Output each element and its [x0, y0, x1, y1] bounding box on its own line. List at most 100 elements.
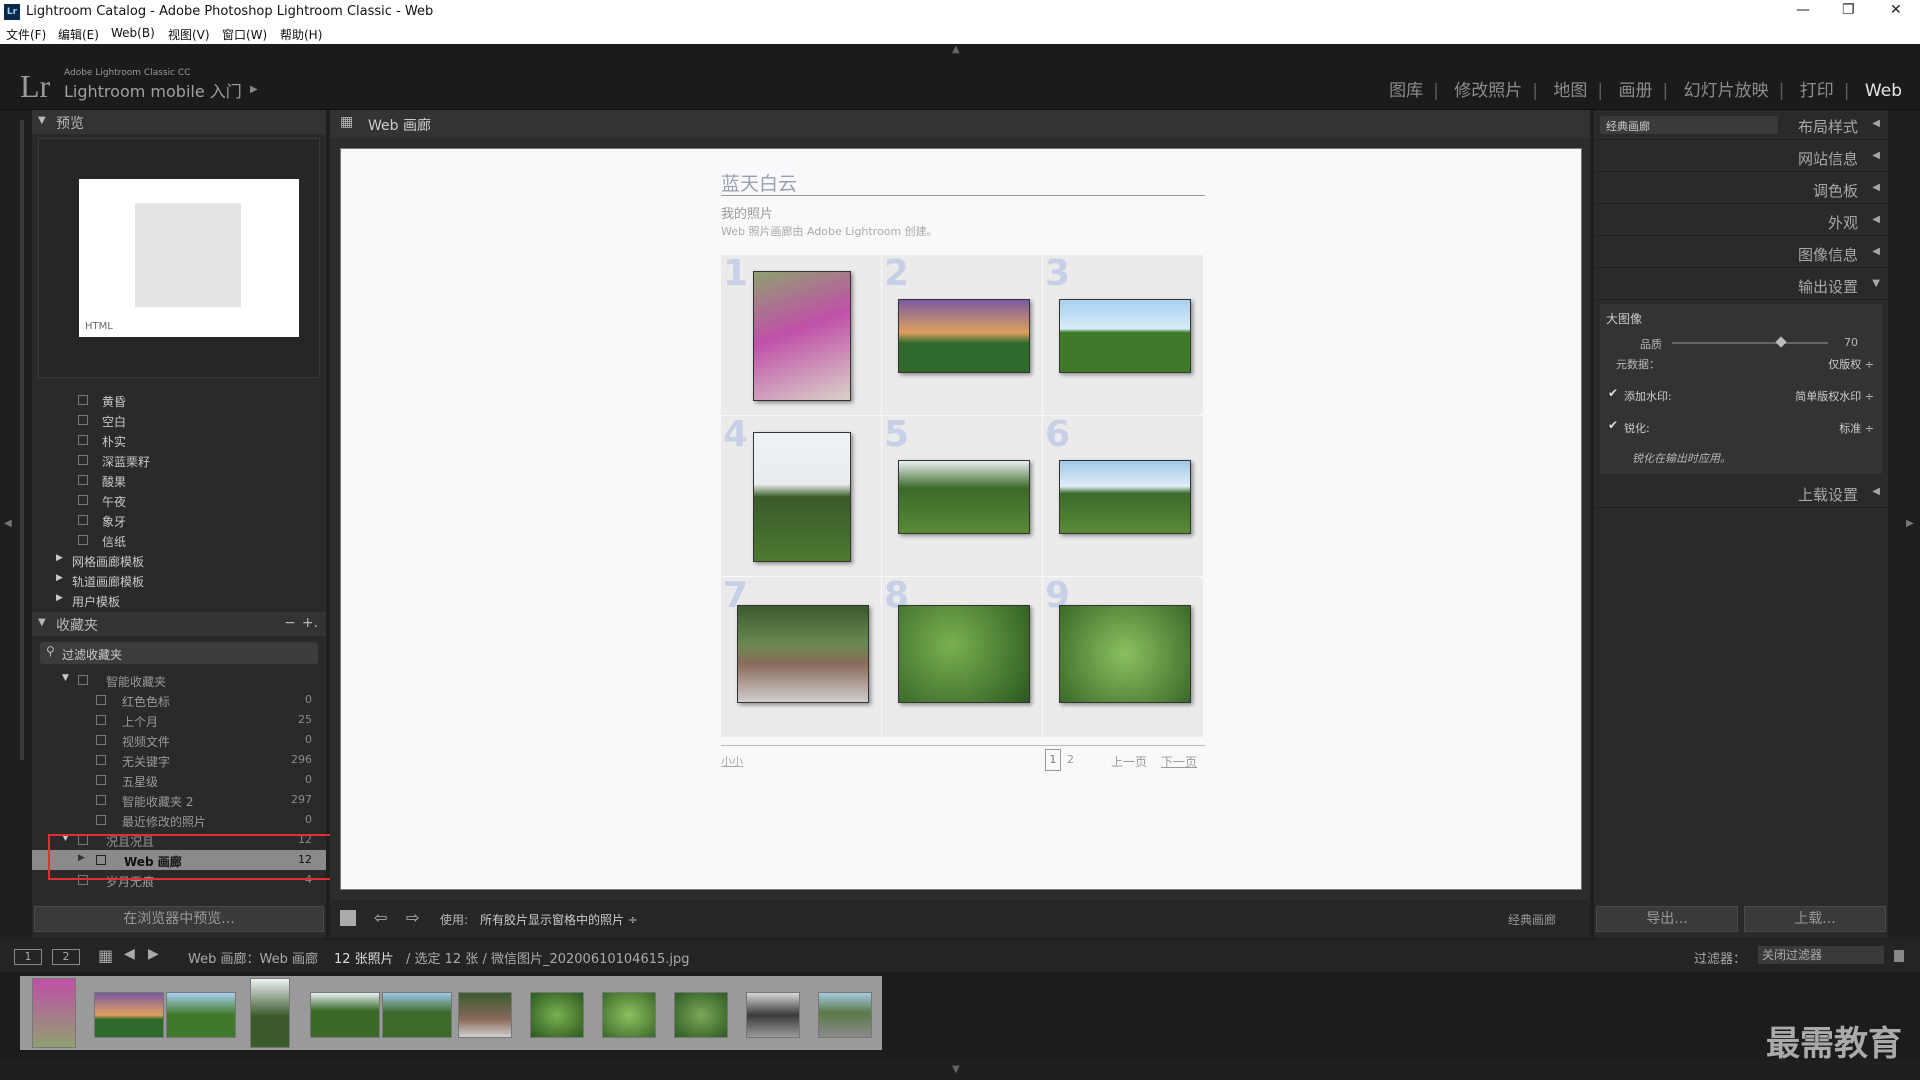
template-item[interactable]: 象牙 — [32, 510, 326, 530]
primary-window-button[interactable]: 1 — [14, 949, 42, 965]
filmstrip-thumbnail[interactable] — [818, 992, 872, 1038]
filter-lock-icon[interactable] — [1894, 950, 1904, 962]
template-group[interactable]: ▶ 用户模板 — [32, 590, 326, 610]
metadata-dropdown[interactable]: 仅版权 ÷ — [1828, 356, 1874, 372]
module-print[interactable]: 打印 — [1800, 81, 1834, 101]
filmstrip-thumbnail[interactable] — [674, 992, 728, 1038]
template-group[interactable]: ▶ 轨道画廊模板 — [32, 570, 326, 590]
template-item[interactable]: 信纸 — [32, 530, 326, 550]
filmstrip-thumbnail[interactable] — [166, 992, 236, 1038]
template-group[interactable]: ▶ 网格画廊模板 — [32, 550, 326, 570]
collapse-top-icon[interactable]: ▲ — [952, 44, 960, 55]
export-button[interactable]: 导出... — [1596, 906, 1738, 932]
slider-knob[interactable] — [1775, 336, 1787, 348]
previous-page-link[interactable]: 上一页 — [1111, 753, 1147, 770]
collapse-left-icon[interactable]: ◀ — [4, 518, 12, 529]
gallery-cell[interactable]: 5 — [882, 414, 1042, 576]
collapse-right-icon[interactable]: ▶ — [1906, 518, 1914, 529]
module-slideshow[interactable]: 幻灯片放映 — [1684, 81, 1769, 101]
site-info-section[interactable]: 网站信息 ◀ — [1594, 142, 1888, 172]
module-library[interactable]: 图库 — [1389, 81, 1423, 101]
watermark-dropdown[interactable]: 简单版权水印 ÷ — [1795, 388, 1874, 404]
menu-window[interactable]: 窗口(W) — [222, 26, 267, 43]
checkbox-checked-icon[interactable]: ✔ — [1608, 418, 1618, 432]
stop-icon[interactable] — [340, 910, 356, 926]
remove-collection-button[interactable]: − — [284, 615, 296, 631]
next-page-link[interactable]: 下一页 — [1161, 753, 1197, 770]
template-item[interactable]: 空白 — [32, 410, 326, 430]
smart-collection[interactable]: 最近修改的照片 0 — [32, 810, 326, 830]
maximize-icon[interactable]: ❐ — [1842, 2, 1855, 18]
preview-panel-header[interactable]: ▼ 预览 — [32, 110, 326, 134]
collections-panel-header[interactable]: ▼ 收藏夹 − +. — [32, 612, 326, 636]
layout-style-section[interactable]: 布局样式 ◀ — [1594, 110, 1888, 140]
page-2[interactable]: 2 — [1067, 753, 1074, 766]
smart-collection[interactable]: 红色色标 0 — [32, 690, 326, 710]
back-arrow-icon[interactable]: ◀ — [124, 946, 135, 962]
gallery-cell[interactable]: 7 — [721, 575, 881, 737]
menu-file[interactable]: 文件(F) — [6, 26, 46, 43]
smart-collection[interactable]: 上个月 25 — [32, 710, 326, 730]
filmstrip-thumbnail[interactable] — [250, 978, 290, 1048]
template-item[interactable]: 朴实 — [32, 430, 326, 450]
collapse-bottom-icon[interactable]: ▼ — [952, 1064, 960, 1075]
smart-folder[interactable]: ▼ 智能收藏夹 — [32, 670, 326, 690]
checkbox-checked-icon[interactable]: ✔ — [1608, 386, 1618, 400]
gallery-cell[interactable]: 2 — [882, 253, 1042, 415]
add-collection-button[interactable]: +. — [302, 615, 318, 631]
gallery-cell[interactable]: 1 — [721, 253, 881, 415]
filmstrip-thumbnail[interactable] — [94, 992, 164, 1038]
preview-in-browser-button[interactable]: 在浏览器中预览... — [34, 906, 324, 932]
upload-settings-section[interactable]: 上载设置 ◀ — [1594, 478, 1888, 508]
gallery-cell[interactable]: 6 — [1043, 414, 1203, 576]
gallery-cell[interactable]: 9 — [1043, 575, 1203, 737]
grid-view-icon[interactable]: ▦ — [98, 946, 113, 965]
menu-view[interactable]: 视图(V) — [168, 26, 210, 43]
identity-line2[interactable]: Lightroom mobile 入门 — [64, 78, 242, 102]
smart-collection[interactable]: 智能收藏夹 2 297 — [32, 790, 326, 810]
menu-help[interactable]: 帮助(H) — [280, 26, 322, 43]
module-develop[interactable]: 修改照片 — [1454, 81, 1522, 101]
collections-filter[interactable]: ⚲ 过滤收藏夹 — [40, 642, 318, 664]
module-map[interactable]: 地图 — [1553, 81, 1587, 101]
play-icon[interactable]: ▶ — [250, 84, 258, 95]
filter-dropdown[interactable]: 关闭过滤器 — [1758, 946, 1884, 964]
appearance-section[interactable]: 外观 ◀ — [1594, 206, 1888, 236]
secondary-window-button[interactable]: 2 — [52, 949, 80, 965]
smart-collection[interactable]: 五星级 0 — [32, 770, 326, 790]
filmstrip-thumbnail[interactable] — [530, 992, 584, 1038]
minimize-icon[interactable]: — — [1796, 2, 1810, 18]
filmstrip-thumbnail[interactable] — [310, 992, 380, 1038]
smart-collection[interactable]: 视频文件 0 — [32, 730, 326, 750]
template-item[interactable]: 午夜 — [32, 490, 326, 510]
menu-edit[interactable]: 编辑(E) — [58, 26, 99, 43]
filmstrip-thumbnail[interactable] — [458, 992, 512, 1038]
source-path[interactable]: Web 画廊：Web 画廊 — [188, 948, 318, 967]
filmstrip-thumbnail[interactable] — [382, 992, 452, 1038]
module-book[interactable]: 画册 — [1619, 81, 1653, 101]
filmstrip-thumbnail[interactable] — [32, 978, 76, 1048]
close-icon[interactable]: ✕ — [1890, 2, 1902, 18]
upload-button[interactable]: 上载... — [1744, 906, 1886, 932]
template-item[interactable]: 深蓝栗籽 — [32, 450, 326, 470]
filmstrip-thumbnail[interactable] — [602, 992, 656, 1038]
back-arrow-icon[interactable]: ⇦ — [374, 908, 387, 927]
image-info-section[interactable]: 图像信息 ◀ — [1594, 238, 1888, 268]
gallery-cell[interactable]: 8 — [882, 575, 1042, 737]
module-web[interactable]: Web — [1865, 81, 1902, 101]
forward-arrow-icon[interactable]: ⇨ — [406, 908, 419, 927]
page-1[interactable]: 1 — [1045, 749, 1061, 771]
footer-contact[interactable]: 小小 — [721, 753, 743, 769]
gallery-cell[interactable]: 3 — [1043, 253, 1203, 415]
smart-collection[interactable]: 无关键字 296 — [32, 750, 326, 770]
source-dropdown[interactable]: 所有胶片显示窗格中的照片 ÷ — [480, 911, 638, 928]
forward-arrow-icon[interactable]: ▶ — [148, 946, 159, 962]
output-settings-section[interactable]: 输出设置 ▼ — [1594, 270, 1888, 300]
sharpen-dropdown[interactable]: 标准 ÷ — [1839, 420, 1874, 436]
template-item[interactable]: 酸果 — [32, 470, 326, 490]
color-palette-section[interactable]: 调色板 ◀ — [1594, 174, 1888, 204]
gallery-cell[interactable]: 4 — [721, 414, 881, 576]
left-scrollbar[interactable] — [20, 120, 24, 760]
menu-web[interactable]: Web(B) — [111, 26, 155, 40]
filmstrip-thumbnail[interactable] — [746, 992, 800, 1038]
